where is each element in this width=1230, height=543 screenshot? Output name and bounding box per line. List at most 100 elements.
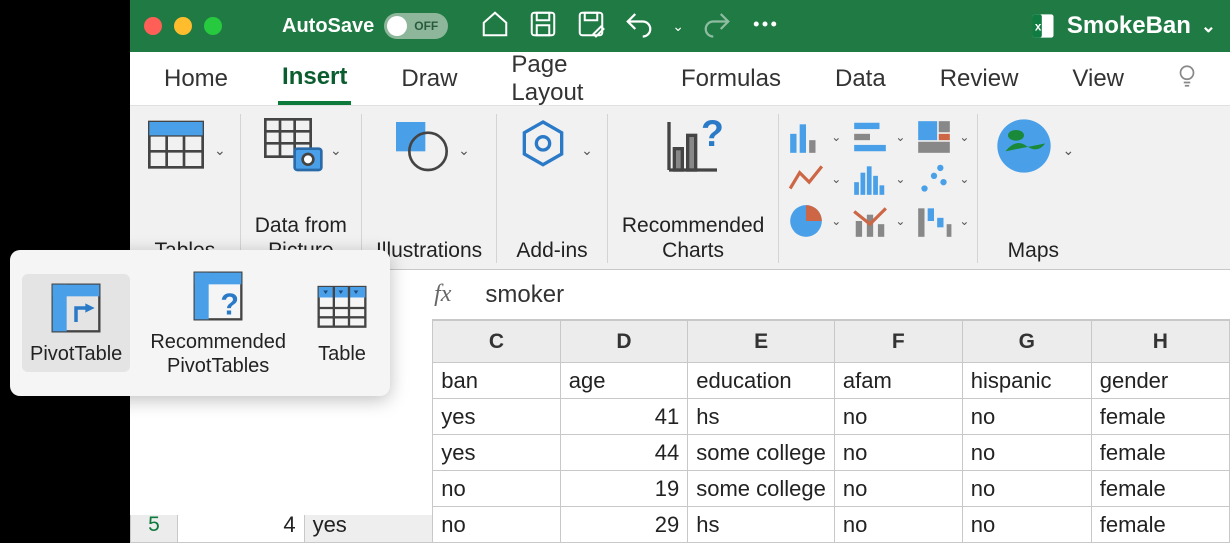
home-icon[interactable] [480, 9, 510, 44]
tab-review[interactable]: Review [936, 55, 1023, 103]
cell[interactable]: hs [688, 507, 835, 543]
pivottable-button[interactable]: PivotTable [22, 274, 130, 372]
table-icon [314, 280, 370, 336]
more-icon[interactable] [750, 9, 780, 44]
scatter-chart-button[interactable]: ⌄ [915, 160, 969, 198]
cell[interactable]: no [834, 507, 962, 543]
cell[interactable]: afam [834, 363, 962, 399]
cell[interactable]: 19 [560, 471, 688, 507]
chevron-down-icon: ⌄ [895, 172, 905, 186]
ribbon-group-charts: ⌄ ⌄ ⌄ ⌄ ⌄ ⌄ ⌄ ⌄ ⌄ [779, 114, 978, 263]
col-header[interactable]: G [962, 321, 1091, 363]
cell[interactable]: female [1091, 399, 1229, 435]
undo-icon[interactable] [624, 9, 654, 44]
maps-icon [992, 114, 1056, 183]
column-chart-button[interactable]: ⌄ [787, 118, 841, 156]
group-label-maps: Maps [1008, 238, 1059, 263]
recommended-pivottables-label: Recommended PivotTables [150, 330, 286, 378]
cell[interactable]: some college [688, 435, 835, 471]
chevron-down-icon[interactable]: ⌄ [214, 142, 226, 159]
tab-formulas[interactable]: Formulas [677, 55, 785, 103]
line-chart-button[interactable]: ⌄ [787, 160, 841, 198]
autosave-label: AutoSave [282, 15, 374, 38]
cell[interactable]: no [962, 435, 1091, 471]
quick-access-toolbar: ⌄ [480, 9, 780, 44]
col-header[interactable]: E [688, 321, 835, 363]
table-label: Table [318, 342, 366, 366]
cell[interactable]: hs [688, 399, 835, 435]
bar-chart-button[interactable]: ⌄ [851, 118, 905, 156]
svg-text:?: ? [220, 289, 239, 322]
cell[interactable]: gender [1091, 363, 1229, 399]
ribbon-group-illustrations[interactable]: ⌄ Illustrations [362, 114, 497, 263]
ribbon-group-recommended-charts[interactable]: ? Recommended Charts [608, 114, 779, 263]
tab-page-layout[interactable]: Page Layout [507, 41, 631, 117]
zoom-window-button[interactable] [204, 17, 222, 35]
cell[interactable]: no [834, 435, 962, 471]
tab-insert[interactable]: Insert [278, 53, 351, 105]
formula-content[interactable]: smoker [469, 281, 564, 309]
cell[interactable]: 44 [560, 435, 688, 471]
col-header[interactable]: H [1091, 321, 1229, 363]
undo-dropdown-icon[interactable]: ⌄ [672, 18, 684, 35]
close-window-button[interactable] [144, 17, 162, 35]
waterfall-button[interactable]: ⌄ [915, 202, 969, 240]
cell[interactable]: female [1091, 507, 1229, 543]
save-icon[interactable] [528, 9, 558, 44]
recommended-pivottables-button[interactable]: ? Recommended PivotTables [142, 262, 294, 384]
cell[interactable]: yes [433, 399, 561, 435]
cell[interactable]: no [962, 399, 1091, 435]
cell[interactable]: female [1091, 435, 1229, 471]
cell[interactable]: no [962, 507, 1091, 543]
tab-home[interactable]: Home [160, 55, 232, 103]
tab-view[interactable]: View [1068, 55, 1128, 103]
group-label-rec-charts: Recommended Charts [622, 213, 764, 263]
cell[interactable]: some college [688, 471, 835, 507]
cell[interactable]: no [834, 399, 962, 435]
chevron-down-icon: ⌄ [831, 172, 841, 186]
treemap-button[interactable]: ⌄ [915, 118, 969, 156]
tab-draw[interactable]: Draw [397, 55, 461, 103]
cell[interactable]: hispanic [962, 363, 1091, 399]
svg-text:?: ? [701, 114, 724, 154]
tell-me-icon[interactable] [1174, 63, 1200, 94]
chevron-down-icon[interactable]: ⌄ [1062, 142, 1074, 159]
ribbon-group-addins[interactable]: ⌄ Add-ins [497, 114, 608, 263]
col-header[interactable]: F [834, 321, 962, 363]
save-as-icon[interactable] [576, 9, 606, 44]
tab-data[interactable]: Data [831, 55, 890, 103]
autosave-toggle[interactable]: OFF [384, 13, 448, 39]
cell[interactable]: no [433, 471, 561, 507]
ribbon-group-maps[interactable]: ⌄ Maps [978, 114, 1088, 263]
ribbon-group-data-from-picture[interactable]: ⌄ Data from Picture [241, 114, 362, 263]
data-from-picture-icon [260, 114, 324, 183]
document-title: SmokeBan [1067, 12, 1191, 40]
combo-chart-button[interactable]: ⌄ [851, 202, 905, 240]
table-button[interactable]: Table [306, 274, 378, 372]
col-header[interactable]: C [433, 321, 561, 363]
chevron-down-icon[interactable]: ⌄ [581, 142, 593, 159]
svg-text:x: x [1035, 21, 1042, 34]
col-header[interactable]: D [560, 321, 688, 363]
chevron-down-icon[interactable]: ⌄ [330, 142, 342, 159]
chevron-down-icon: ⌄ [959, 172, 969, 186]
cell[interactable]: age [560, 363, 688, 399]
cell[interactable]: ban [433, 363, 561, 399]
cell[interactable]: yes [433, 435, 561, 471]
redo-icon[interactable] [702, 9, 732, 44]
cell[interactable]: no [962, 471, 1091, 507]
pie-chart-button[interactable]: ⌄ [787, 202, 841, 240]
cell[interactable]: 29 [560, 507, 688, 543]
cell[interactable]: no [834, 471, 962, 507]
histogram-button[interactable]: ⌄ [851, 160, 905, 198]
chevron-down-icon[interactable]: ⌄ [458, 142, 470, 159]
cell[interactable]: education [688, 363, 835, 399]
cell[interactable]: 41 [560, 399, 688, 435]
chevron-down-icon: ⌄ [959, 214, 969, 228]
ribbon-group-tables[interactable]: ⌄ Tables [130, 114, 241, 263]
cell[interactable]: female [1091, 471, 1229, 507]
document-title-area[interactable]: x SmokeBan ⌄ [1029, 12, 1216, 40]
minimize-window-button[interactable] [174, 17, 192, 35]
cell[interactable]: no [433, 507, 561, 543]
chevron-down-icon: ⌄ [895, 214, 905, 228]
